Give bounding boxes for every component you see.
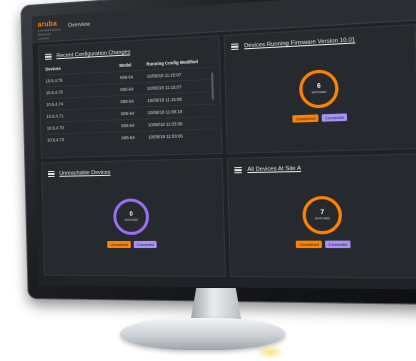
background-glow: [255, 345, 285, 359]
monitor: aruba a Hewlett Packard Enterprise compa…: [20, 0, 416, 306]
connected-tag[interactable]: Connected: [321, 113, 348, 122]
panel-unreachable: Unreachable Devices 0 MATCHED Unmatched …: [41, 158, 227, 278]
page-title: Overview: [67, 21, 91, 29]
site-a-donut-area: 7 MATCHED Unmatched Connected: [229, 174, 416, 269]
menu-icon[interactable]: [44, 53, 52, 60]
donut-label: MATCHED: [314, 216, 330, 221]
aruba-logo[interactable]: aruba a Hewlett Packard Enterprise compa…: [37, 20, 63, 41]
legend-tags: Unmatched Connected: [295, 240, 351, 249]
connected-tag[interactable]: Connected: [325, 240, 351, 249]
panel-title-unreachable[interactable]: Unreachable Devices: [59, 170, 110, 177]
menu-icon[interactable]: [231, 43, 239, 51]
panel-site-a: All Devices At Site A 7 MATCHED Unmatche…: [227, 153, 416, 279]
firmware-donut[interactable]: 6 MATCHED: [298, 68, 340, 109]
panel-title-config-changes[interactable]: Recent Configuration Changes: [56, 49, 130, 59]
device-cell: 10.6.4.71: [46, 113, 64, 119]
modified-cell: 10/08/18 11:15:07: [146, 72, 182, 79]
model-cell: X86-64: [119, 86, 134, 93]
modified-cell: 10/08/18 11:08:19: [147, 108, 183, 116]
menu-icon[interactable]: [47, 170, 55, 178]
model-cell: X86-64: [120, 110, 135, 117]
legend-tags: Unmatched Connected: [292, 113, 348, 123]
device-cell: 10.6.4.75: [45, 89, 63, 96]
panel-firmware: Devices Running Firmware Version 10.01 6…: [223, 24, 416, 154]
unmatched-tag[interactable]: Unmatched: [107, 240, 132, 249]
legend-tags: Unmatched Connected: [107, 240, 157, 249]
device-cell: 10.6.4.73: [47, 137, 65, 143]
model-cell: X86-64: [119, 74, 134, 81]
device-cell: 10.6.4.70: [46, 125, 64, 131]
firmware-donut-area: 6 MATCHED Unmatched Connected: [226, 45, 416, 145]
panel-config-changes: Recent Configuration Changes Devices Mod…: [38, 35, 223, 159]
panel-title-firmware[interactable]: Devices Running Firmware Version 10.01: [244, 37, 355, 49]
device-cell: 10.6.4.74: [46, 101, 64, 108]
panel-header: All Devices At Site A: [234, 161, 412, 175]
model-cell: X86-64: [121, 134, 135, 141]
connected-tag[interactable]: Connected: [133, 240, 157, 249]
device-cell: 10.6.4.76: [45, 77, 63, 84]
column-header[interactable]: Running Config Modified: [146, 58, 213, 67]
modified-cell: 10/08/18 11:03:06: [148, 133, 183, 140]
unreachable-donut[interactable]: 0 MATCHED: [113, 198, 150, 235]
unmatched-tag[interactable]: Unmatched: [292, 114, 319, 123]
column-header[interactable]: Model: [119, 62, 146, 68]
screen: aruba a Hewlett Packard Enterprise compa…: [31, 0, 416, 290]
unreachable-donut-area: 0 MATCHED Unmatched Connected: [43, 178, 225, 268]
menu-icon[interactable]: [234, 166, 243, 174]
panel-header: Unreachable Devices: [47, 165, 216, 179]
unmatched-tag[interactable]: Unmatched: [295, 240, 323, 249]
logo-subtext: a Hewlett Packard Enterprise company: [37, 27, 61, 41]
model-cell: X86-64: [120, 98, 134, 105]
modified-cell: 10/08/18 11:15:06: [147, 96, 182, 104]
panel-title-site-a[interactable]: All Devices At Site A: [247, 166, 301, 173]
model-cell: X86-64: [120, 122, 135, 129]
config-changes-table: Devices Model Running Config Modified 10…: [45, 56, 216, 155]
modified-cell: 10/08/18 11:03:06: [147, 121, 183, 128]
column-header[interactable]: Devices: [45, 63, 119, 72]
donut-label: MATCHED: [311, 89, 327, 95]
modified-cell: 10/08/18 11:15:07: [146, 84, 182, 91]
site-a-donut[interactable]: 7 MATCHED: [302, 195, 343, 235]
donut-label: MATCHED: [124, 217, 139, 222]
dashboard-grid: Recent Configuration Changes Devices Mod…: [38, 24, 416, 279]
